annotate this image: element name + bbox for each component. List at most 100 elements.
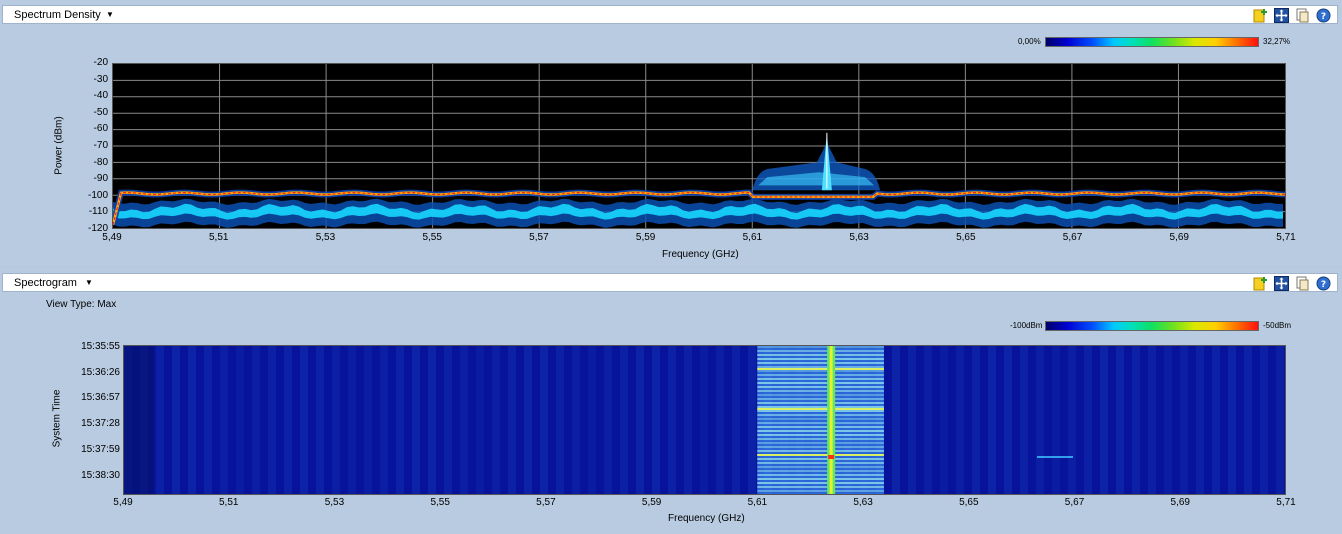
x-tick-label: 5,59 [635, 232, 656, 243]
left-edge-shade [124, 346, 154, 494]
noise-stripe [380, 346, 388, 494]
signal-row [757, 406, 884, 408]
signal-row [757, 402, 884, 404]
help-icon[interactable]: ? [1316, 8, 1331, 23]
noise-stripe [1212, 346, 1220, 494]
signal-row [757, 430, 884, 432]
signal-row [757, 446, 884, 448]
signal-row [757, 442, 884, 444]
noise-stripe [316, 346, 324, 494]
signal-row [757, 350, 884, 352]
noise-stripe [236, 346, 244, 494]
spectrum-density-chart [110, 64, 1286, 228]
noise-stripe [588, 346, 596, 494]
noise-stripe [700, 346, 708, 494]
copy-icon[interactable] [1295, 8, 1310, 23]
noise-stripe [444, 346, 452, 494]
signal-row [757, 358, 884, 360]
spectrogram-plot[interactable] [123, 345, 1286, 495]
noise-stripe [924, 346, 932, 494]
spectrogram-heatmap [124, 346, 1284, 494]
y-tick-label: 15:38:30 [81, 469, 120, 481]
y-tick-label: -40 [93, 90, 108, 102]
x-tick-label: 5,61 [742, 232, 763, 243]
noise-stripe [1180, 346, 1188, 494]
noise-stripe [1004, 346, 1012, 494]
copy-icon[interactable] [1295, 276, 1310, 291]
add-chart-icon[interactable] [1253, 8, 1268, 23]
y-tick-label: -30 [93, 73, 108, 85]
x-tick-label: 5,53 [324, 497, 345, 508]
noise-stripe [428, 346, 436, 494]
x-tick-label: 5,51 [218, 497, 239, 508]
signal-row [757, 422, 884, 424]
legend-min-label: -100dBm [1010, 321, 1043, 330]
y-tick-label: -70 [93, 140, 108, 151]
help-icon[interactable]: ? [1316, 276, 1331, 291]
y-tick-label: 15:37:59 [81, 443, 120, 455]
legend-min-label: 0,00% [1018, 37, 1041, 46]
signal-row [757, 374, 884, 376]
noise-stripe [1132, 346, 1140, 494]
y-tick-label: 15:37:28 [81, 418, 120, 430]
y-tick-label: 15:36:57 [81, 392, 120, 404]
noise-stripe [956, 346, 964, 494]
y-tick-label: -60 [93, 123, 108, 135]
x-tick-label: 5,49 [113, 497, 133, 508]
add-chart-icon[interactable] [1253, 276, 1268, 291]
signal-row [757, 438, 884, 440]
y-tick-label: -110 [88, 206, 108, 218]
noise-stripe [1020, 346, 1028, 494]
noise-stripe [204, 346, 212, 494]
noise-stripe [268, 346, 276, 494]
legend-max-label: -50dBm [1263, 321, 1292, 330]
x-tick-label: 5,69 [1169, 232, 1189, 243]
signal-row [757, 390, 884, 392]
noise-stripe [732, 346, 740, 494]
x-tick-label: 5,55 [430, 497, 450, 508]
x-tick-label: 5,67 [1062, 232, 1083, 243]
noise-stripe [636, 346, 644, 494]
y-tick-label: 15:35:55 [81, 341, 120, 352]
svg-text:?: ? [1321, 280, 1326, 290]
spectrum-density-plot[interactable] [110, 63, 1286, 229]
signal-row [757, 410, 884, 412]
signal-row [757, 414, 884, 416]
noise-stripe [1116, 346, 1124, 494]
noise-stripe [1244, 346, 1252, 494]
signal-row [757, 478, 884, 480]
move-icon[interactable] [1274, 275, 1289, 291]
noise-stripe [172, 346, 180, 494]
signal-burst [757, 368, 884, 370]
x-tick-label: 5,71 [1276, 232, 1296, 243]
noise-stripe [988, 346, 996, 494]
noise-stripe [300, 346, 308, 494]
signal-row [757, 394, 884, 396]
noise-stripe [748, 346, 756, 494]
signal-row [757, 490, 884, 492]
chevron-down-icon[interactable]: ▼ [106, 10, 114, 19]
legend-color-scale [1045, 321, 1259, 331]
signal-row [757, 362, 884, 364]
noise-stripe [252, 346, 260, 494]
signal-row [757, 382, 884, 384]
signal-row [757, 458, 884, 460]
x-tick-label: 5,65 [956, 232, 976, 243]
spectrogram-toolbar: ? [1253, 275, 1331, 291]
y-tick-label: -20 [93, 57, 108, 68]
signal-row [757, 426, 884, 428]
spectrogram-panel: Spectrogram ▼ ? View Type: Max -100dBm -… [0, 268, 1342, 534]
chevron-down-icon[interactable]: ▼ [85, 278, 93, 287]
noise-stripe [556, 346, 564, 494]
noise-stripe [396, 346, 404, 494]
signal-burst [757, 408, 884, 410]
noise-stripe [284, 346, 292, 494]
x-tick-label: 5,59 [641, 497, 662, 508]
noise-stripe [220, 346, 228, 494]
x-tick-label: 5,63 [853, 497, 873, 508]
noise-stripe [540, 346, 548, 494]
move-icon[interactable] [1274, 7, 1289, 23]
noise-stripe [604, 346, 612, 494]
signal-row [757, 466, 884, 468]
noise-stripe [1148, 346, 1156, 494]
